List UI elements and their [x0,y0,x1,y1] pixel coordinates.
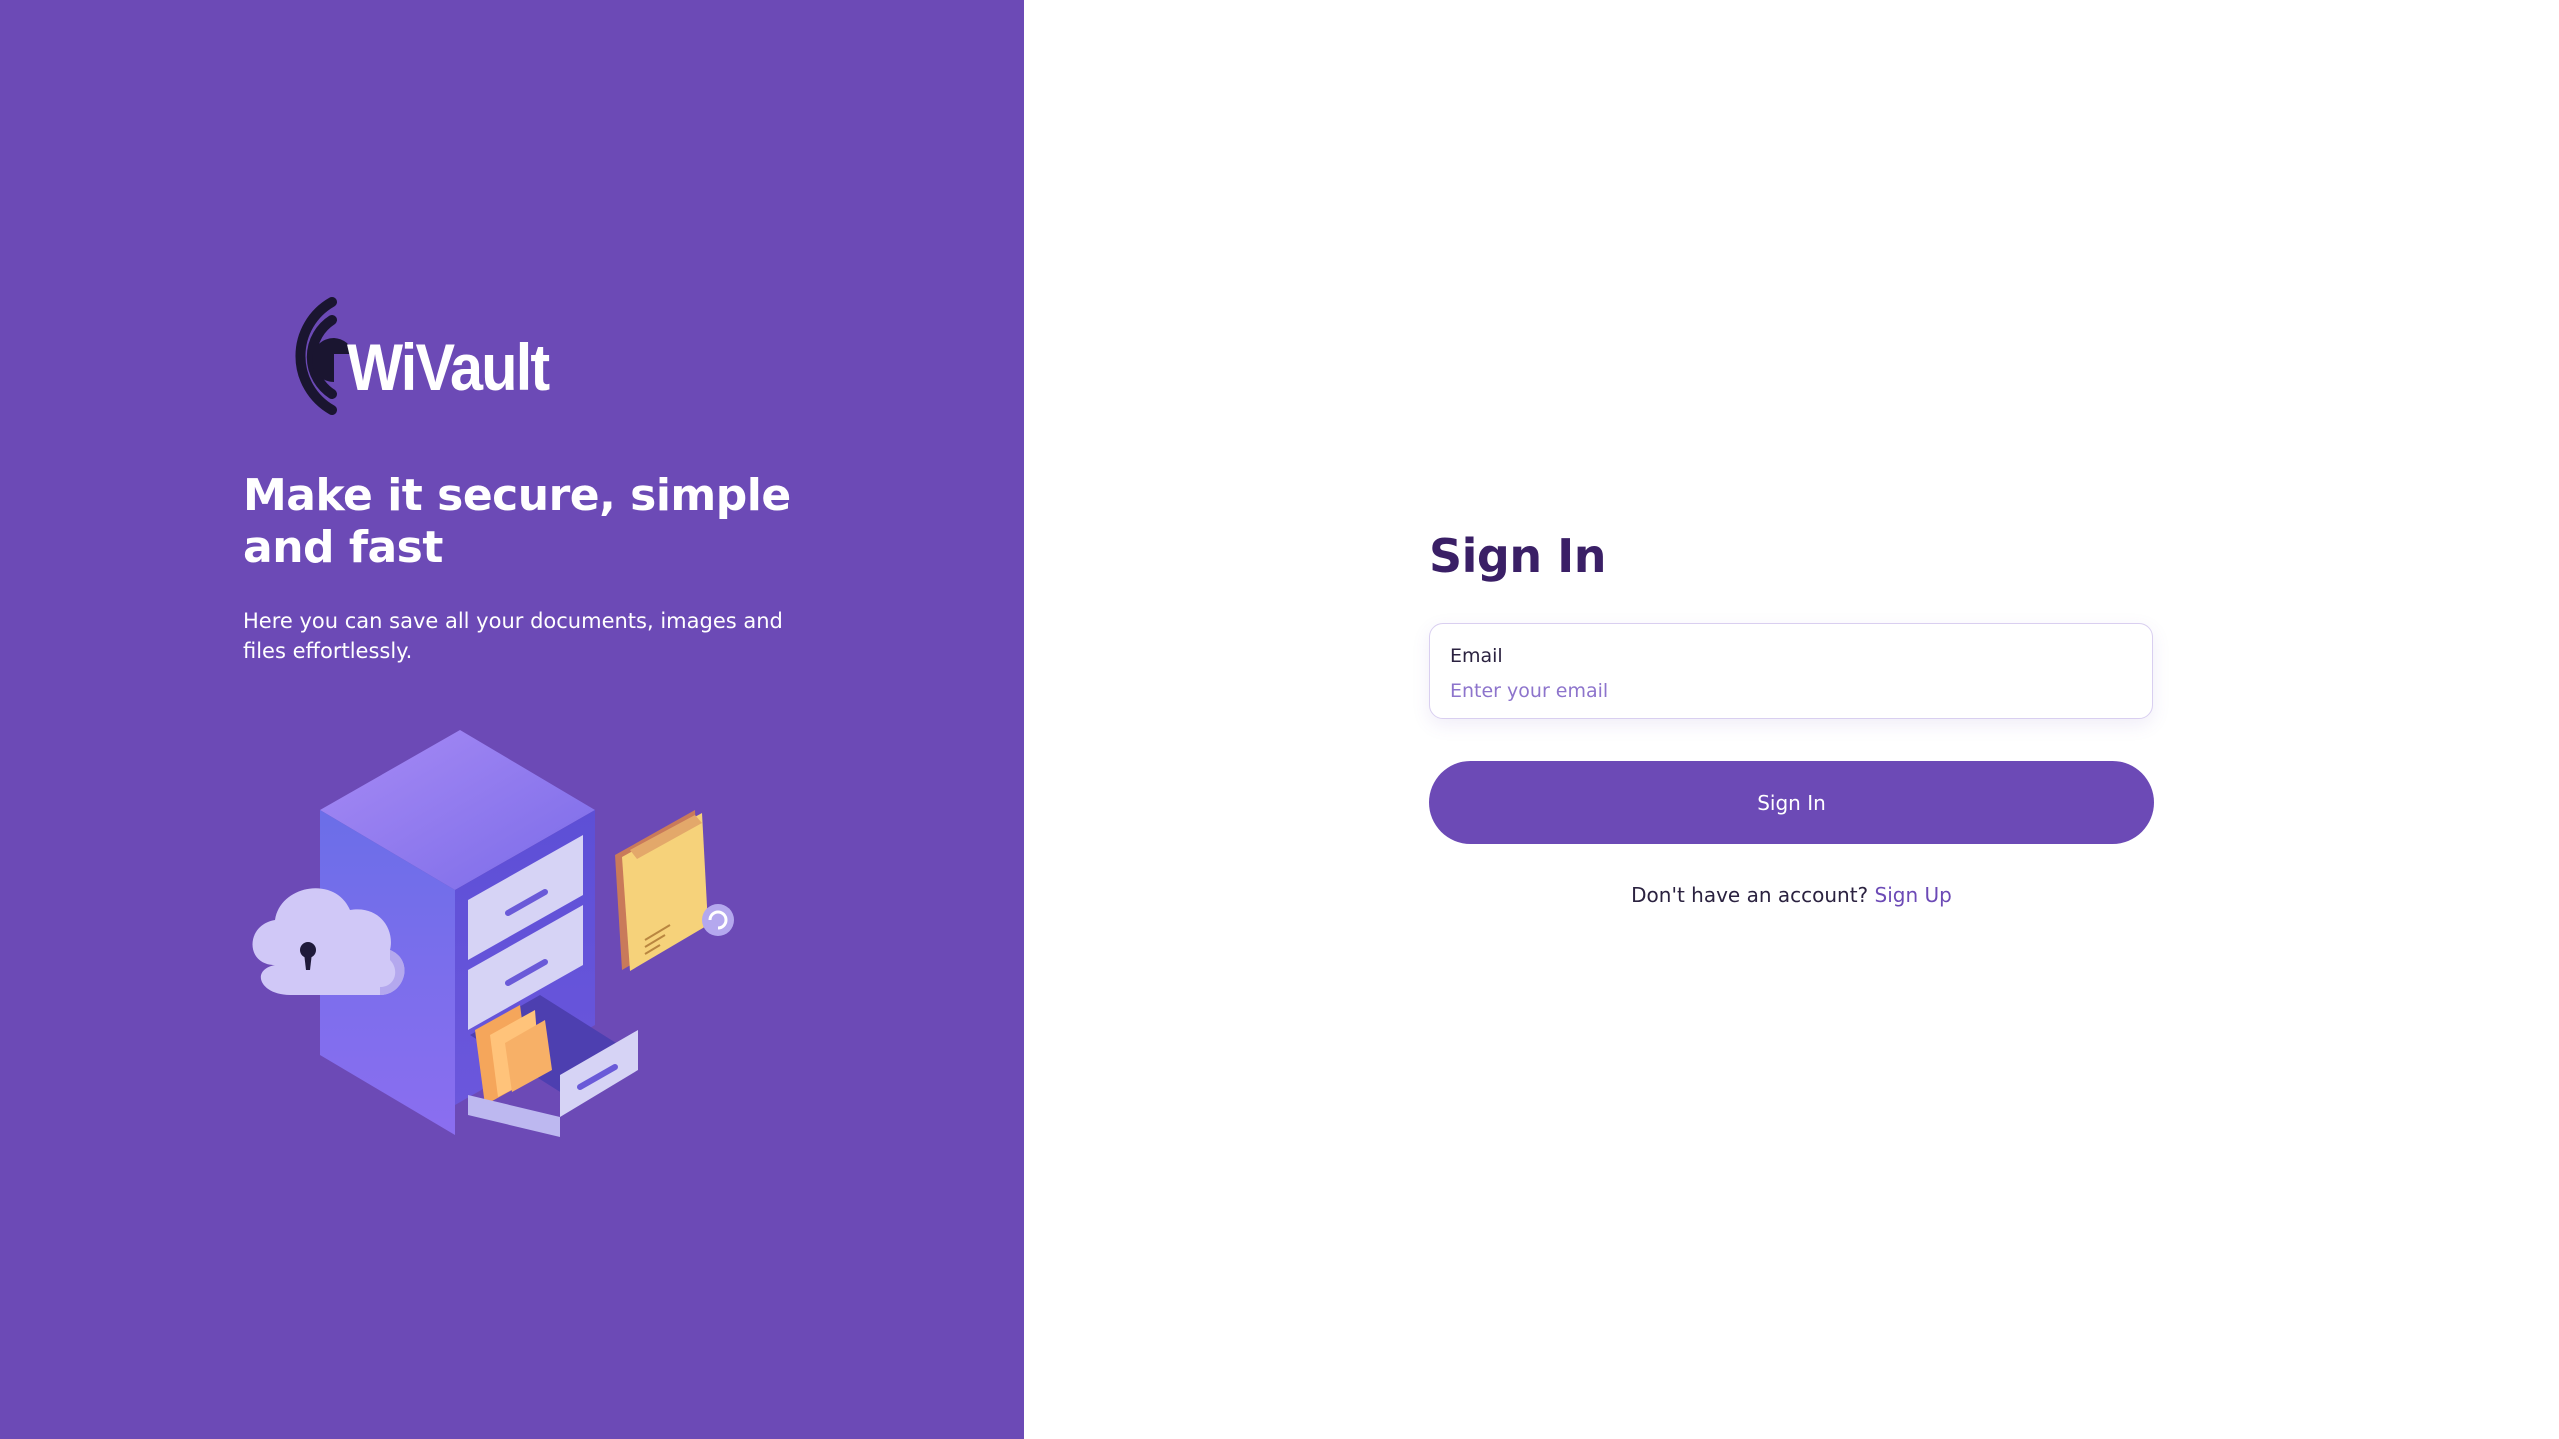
signup-prompt-line: Don't have an account? Sign Up [1429,880,2154,910]
hero-tagline: Make it secure, simple and fast [243,470,791,573]
brand-name: WiVault [347,330,550,404]
hero-description: Here you can save all your documents, im… [243,609,783,663]
signin-title: Sign In [1429,529,1606,583]
login-page: WiVault Make it secure, simple and fast … [0,0,2559,1439]
file-cabinet-illustration [240,725,750,1145]
brand-panel: WiVault Make it secure, simple and fast … [0,0,1024,1439]
file-cabinet-cloud-illustration [252,730,734,1137]
email-label: Email [1450,645,1503,667]
email-input[interactable] [1450,676,2130,706]
signup-prompt-text: Don't have an account? [1631,883,1869,907]
email-field[interactable]: Email [1429,623,2153,719]
signup-link[interactable]: Sign Up [1875,883,1952,907]
signin-button[interactable]: Sign In [1429,761,2154,844]
signin-panel [1024,0,2559,1439]
wivault-logo: WiVault [262,294,562,424]
